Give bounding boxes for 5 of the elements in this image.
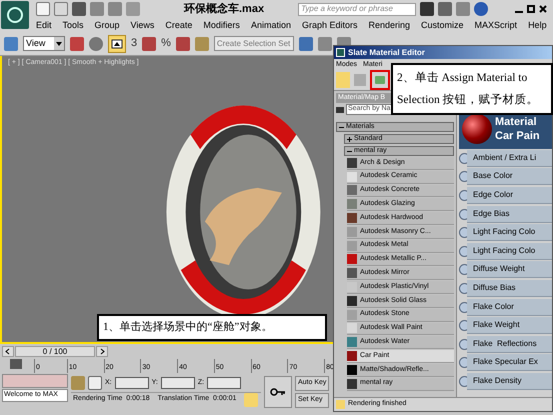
callout-text: 1、单击选择场景中的“座舱”对象。 [103,321,272,333]
window-title: 环保概念车.max [184,2,264,17]
node-title: Car Pain [495,129,540,143]
node-title: Material [495,115,538,129]
editor-title: Slate Material Editor [348,46,425,58]
